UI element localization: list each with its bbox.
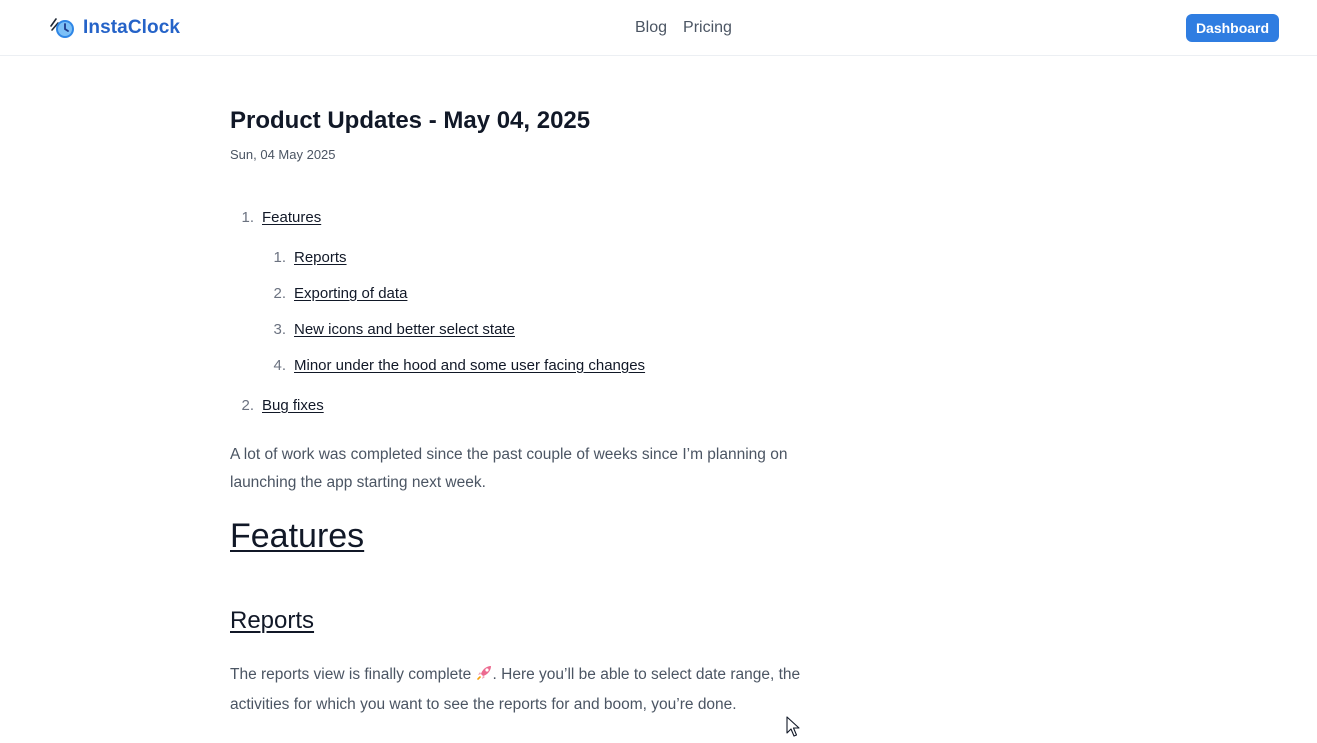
reports-heading: Reports [230, 603, 314, 639]
reports-heading-link[interactable]: Reports [230, 607, 314, 634]
nav-pricing-link[interactable]: Pricing [683, 18, 732, 38]
toc-number: 4. [273, 357, 286, 374]
brand-logo-link[interactable]: InstaClock [50, 14, 180, 42]
mouse-cursor-icon [786, 716, 800, 743]
toc-item: 3. New icons and better select state [262, 320, 515, 340]
rocket-icon [476, 663, 493, 691]
toc-item: 4. Minor under the hood and some user fa… [262, 356, 645, 376]
features-heading-link[interactable]: Features [230, 517, 364, 555]
post-date: Sun, 04 May 2025 [230, 147, 336, 162]
features-heading: Features [230, 512, 364, 560]
intro-paragraph: A lot of work was completed since the pa… [230, 446, 788, 491]
clock-logo-icon [50, 16, 76, 40]
toc-number: 2. [241, 397, 254, 414]
top-navbar: InstaClock Blog Pricing Dashboard [0, 0, 1317, 56]
reports-paragraph: The reports view is finally complete . H… [230, 661, 830, 719]
toc-item: 2. Bug fixes [230, 396, 324, 416]
brand-name: InstaClock [83, 17, 181, 38]
toc-link-minor-changes[interactable]: Minor under the hood and some user facin… [294, 356, 645, 376]
nav-blog-link[interactable]: Blog [635, 18, 667, 38]
toc-number: 3. [273, 321, 286, 338]
reports-text-start: The reports view is finally complete [230, 666, 476, 683]
toc-link-reports[interactable]: Reports [294, 248, 347, 268]
page-title: Product Updates - May 04, 2025 [230, 107, 591, 134]
toc-number: 1. [273, 249, 286, 266]
toc-item: 1. Reports [262, 248, 347, 268]
toc-link-features[interactable]: Features [262, 208, 321, 228]
toc-number: 2. [273, 285, 286, 302]
main-nav: Blog Pricing [635, 18, 732, 38]
toc-link-new-icons[interactable]: New icons and better select state [294, 320, 515, 340]
toc-item: 1. Features [230, 208, 321, 228]
toc-number: 1. [241, 209, 254, 226]
toc-item: 2. Exporting of data [262, 284, 407, 304]
toc-link-exporting[interactable]: Exporting of data [294, 284, 407, 304]
dashboard-button[interactable]: Dashboard [1186, 14, 1279, 42]
toc-link-bug-fixes[interactable]: Bug fixes [262, 396, 324, 416]
